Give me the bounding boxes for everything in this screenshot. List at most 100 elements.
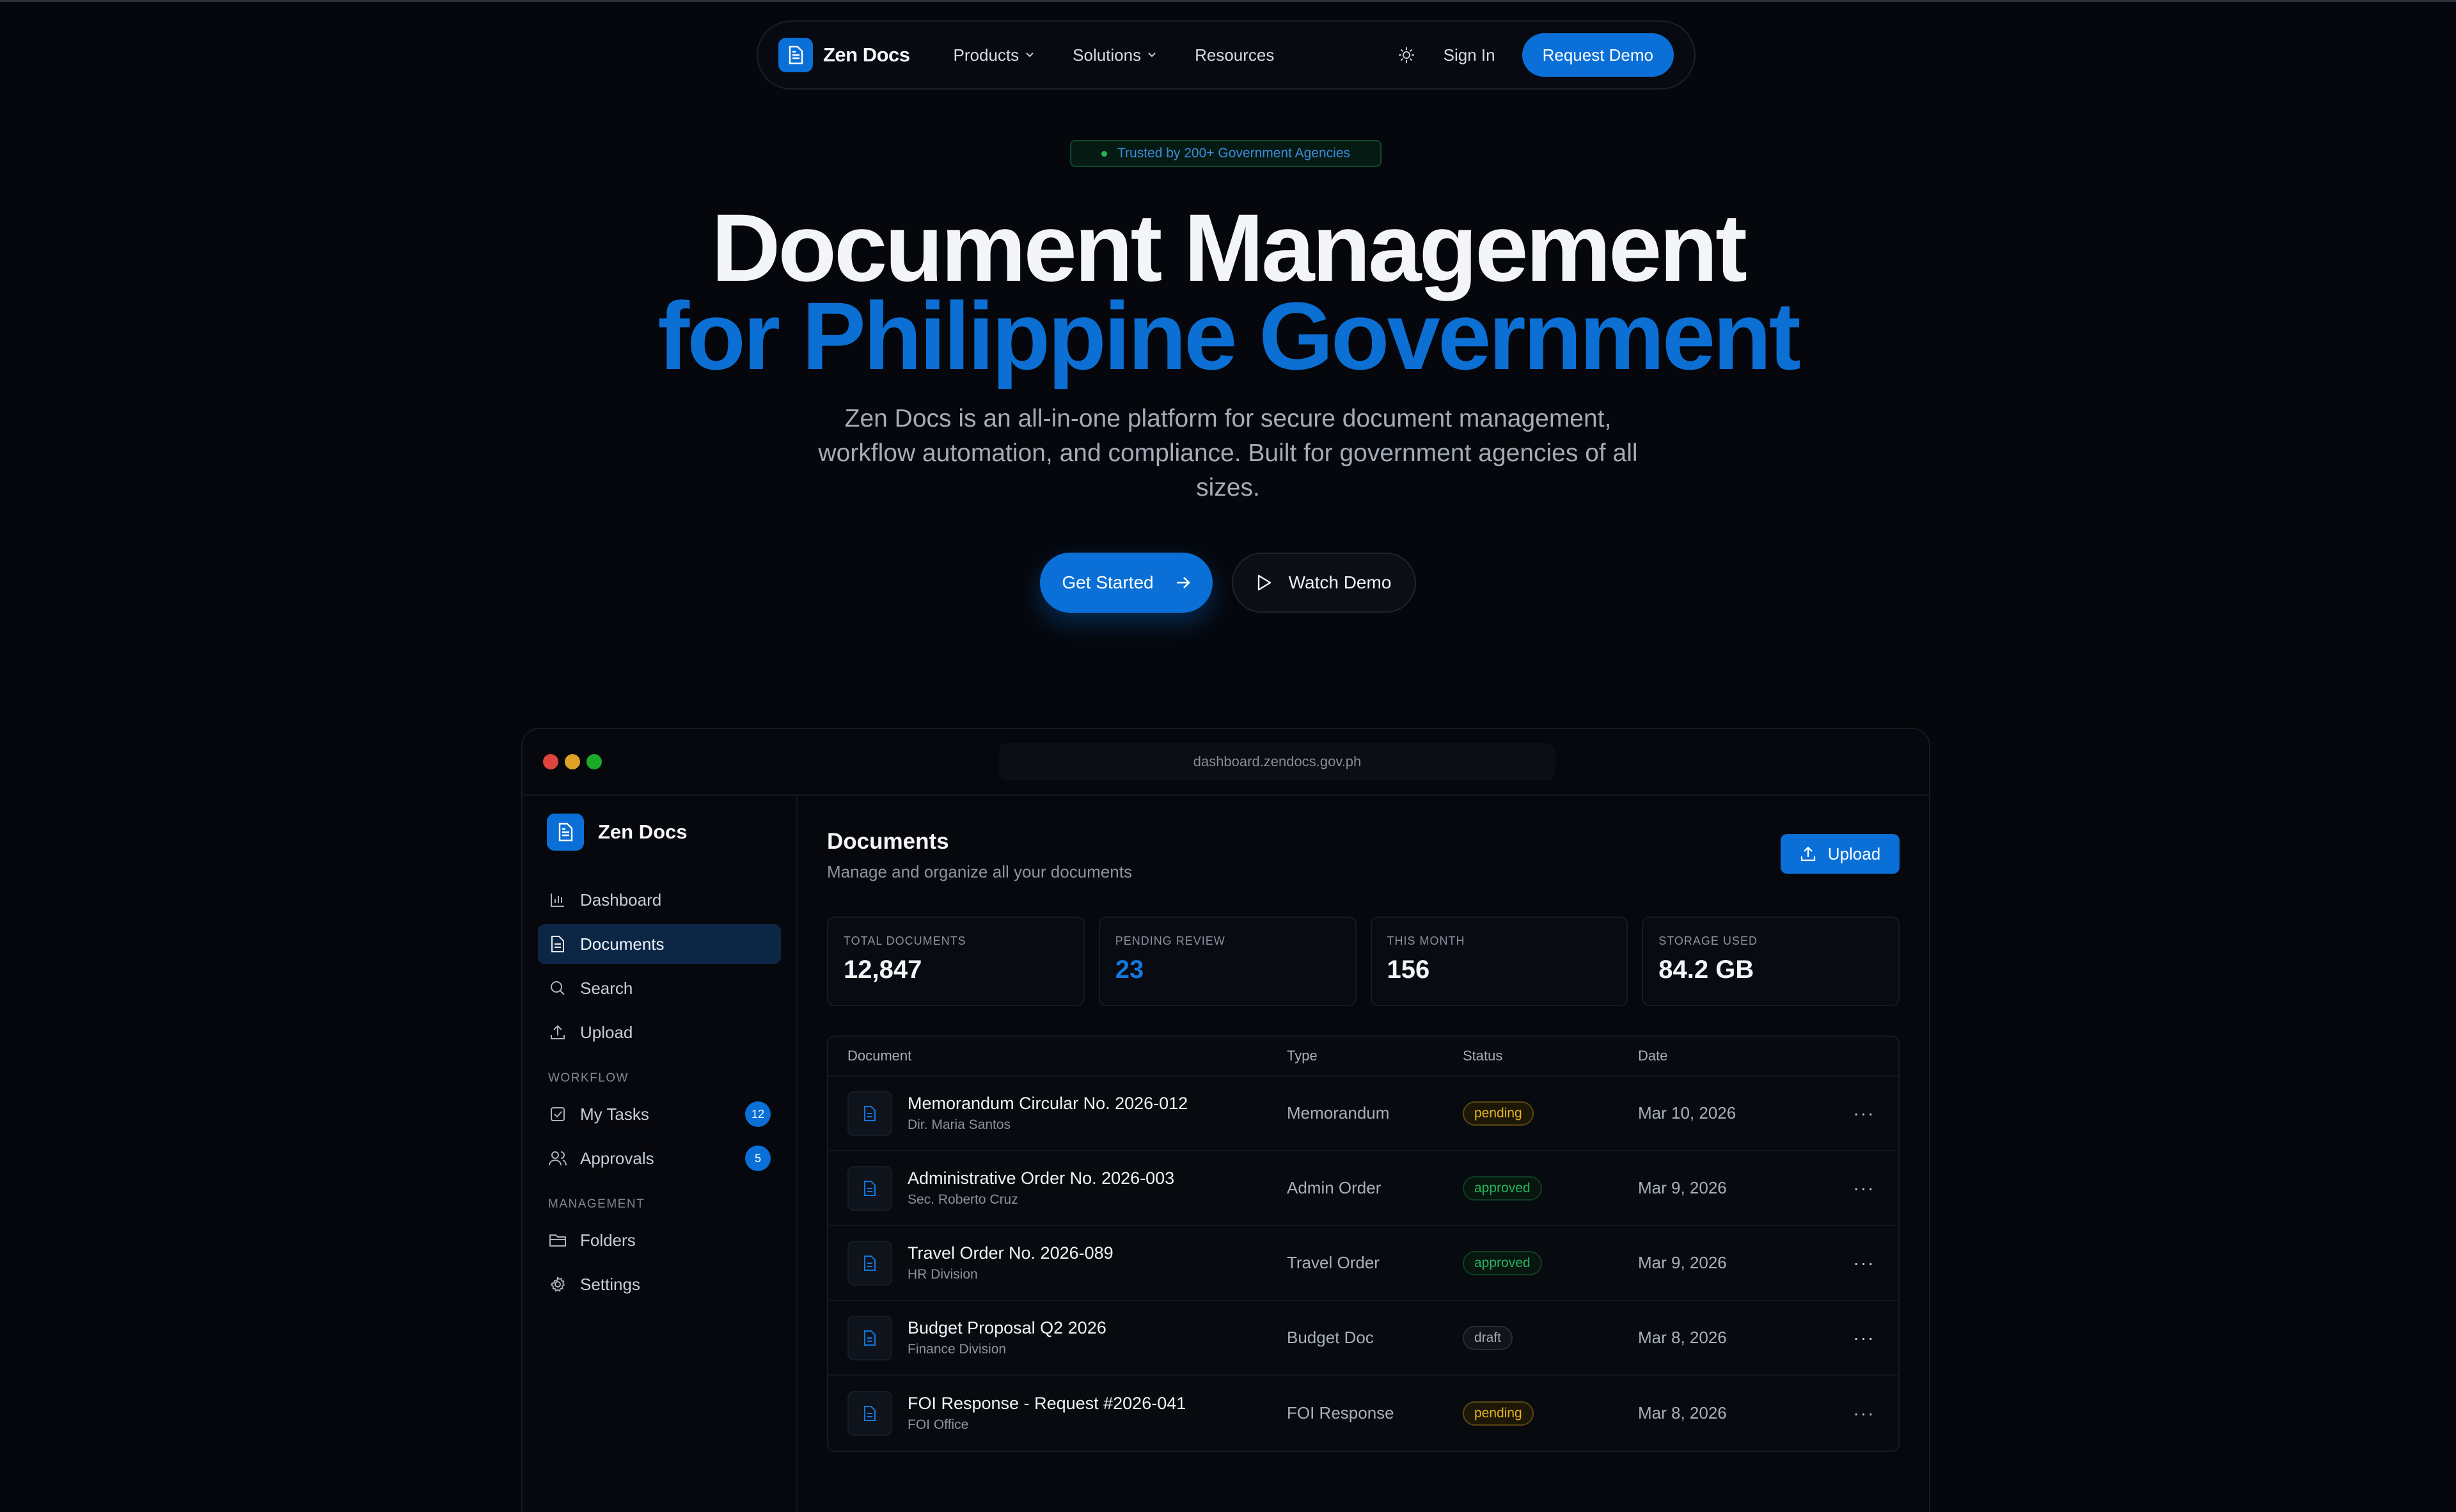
document-date: Mar 8, 2026	[1638, 1403, 1727, 1422]
sidebar-item-label: Folders	[580, 1230, 636, 1250]
folder-icon	[548, 1231, 567, 1250]
document-type: Budget Doc	[1287, 1328, 1374, 1347]
sidebar-item-label: Search	[580, 978, 633, 998]
column-header-type[interactable]: Type	[1287, 1048, 1463, 1064]
request-demo-button[interactable]: Request Demo	[1522, 33, 1674, 77]
trust-badge-text: Trusted by 200+ Government Agencies	[1117, 146, 1350, 161]
top-border	[0, 0, 2456, 2]
sidebar-item-search[interactable]: Search	[538, 968, 781, 1008]
nav-solutions[interactable]: Solutions	[1073, 45, 1156, 65]
document-date: Mar 9, 2026	[1638, 1253, 1727, 1272]
stat-label: THIS MONTH	[1387, 934, 1465, 947]
stat-value: 156	[1387, 956, 1430, 984]
play-icon	[1257, 574, 1271, 591]
more-options-icon[interactable]: ···	[1830, 1328, 1898, 1348]
arrow-right-icon	[1176, 577, 1190, 588]
window-close-dot[interactable]	[543, 754, 558, 769]
nav-products[interactable]: Products	[954, 45, 1035, 65]
stat-value: 84.2 GB	[1658, 956, 1754, 984]
sidebar-item-documents[interactable]: Documents	[538, 924, 781, 964]
table-row[interactable]: Budget Proposal Q2 2026 Finance Division…	[828, 1301, 1898, 1376]
document-date: Mar 9, 2026	[1638, 1178, 1727, 1197]
document-author: Finance Division	[908, 1342, 1007, 1357]
document-title[interactable]: Administrative Order No. 2026-003	[908, 1169, 1174, 1188]
sidebar-item-folders[interactable]: Folders	[538, 1220, 781, 1260]
document-file-icon	[847, 1240, 892, 1286]
stat-storage-used: STORAGE USED 84.2 GB	[1642, 917, 1900, 1006]
status-badge: approved	[1463, 1176, 1542, 1201]
upload-button[interactable]: Upload	[1781, 834, 1900, 874]
table-row[interactable]: Administrative Order No. 2026-003 Sec. R…	[828, 1151, 1898, 1226]
sidebar-brand: Zen Docs	[598, 821, 688, 843]
nav-solutions-label: Solutions	[1073, 45, 1142, 65]
more-options-icon[interactable]: ···	[1830, 1253, 1898, 1273]
sidebar-logo[interactable]: Zen Docs	[547, 814, 781, 851]
watch-demo-button[interactable]: Watch Demo	[1232, 553, 1416, 613]
sidebar-item-approvals[interactable]: Approvals 5	[538, 1138, 781, 1178]
document-file-icon	[847, 1390, 892, 1436]
document-type: FOI Response	[1287, 1403, 1394, 1422]
top-nav: Zen Docs Products Solutions Resources Si…	[757, 20, 1696, 90]
url-bar: dashboard.zendocs.gov.ph	[999, 743, 1555, 780]
hero-title-line2: for Philippine Government	[657, 282, 1801, 390]
status-dot-icon	[1101, 150, 1107, 157]
table-row[interactable]: Travel Order No. 2026-089 HR Division Tr…	[828, 1226, 1898, 1301]
table-row[interactable]: Memorandum Circular No. 2026-012 Dir. Ma…	[828, 1076, 1898, 1151]
nav-resources[interactable]: Resources	[1195, 45, 1274, 65]
documents-table: Document Type Status Date Memorandum Cir…	[827, 1036, 1900, 1452]
column-header-document[interactable]: Document	[828, 1048, 1287, 1064]
sidebar-item-dashboard[interactable]: Dashboard	[538, 880, 781, 920]
document-author: Dir. Maria Santos	[908, 1117, 1011, 1132]
logo-file-icon	[547, 814, 584, 851]
document-type: Travel Order	[1287, 1253, 1380, 1272]
hero-title-line1: Document Management	[711, 194, 1747, 301]
sidebar-item-my-tasks[interactable]: My Tasks 12	[538, 1094, 781, 1134]
search-icon	[548, 979, 567, 998]
task-count-badge: 12	[745, 1101, 771, 1127]
nav-logo[interactable]: Zen Docs	[778, 38, 910, 72]
column-header-date[interactable]: Date	[1638, 1048, 1830, 1064]
chevron-down-icon	[1026, 52, 1034, 58]
window-titlebar: dashboard.zendocs.gov.ph	[523, 729, 1929, 796]
sidebar-section-management: MANAGEMENT	[548, 1197, 645, 1211]
more-options-icon[interactable]: ···	[1830, 1178, 1898, 1199]
window-minimize-dot[interactable]	[565, 754, 580, 769]
table-row[interactable]: FOI Response - Request #2026-041 FOI Off…	[828, 1376, 1898, 1451]
window-maximize-dot[interactable]	[586, 754, 602, 769]
gear-icon	[548, 1275, 567, 1294]
status-badge: pending	[1463, 1101, 1534, 1126]
watch-demo-label: Watch Demo	[1288, 572, 1392, 592]
document-file-icon	[847, 1165, 892, 1211]
check-square-icon	[548, 1105, 567, 1124]
get-started-label: Get Started	[1062, 572, 1154, 592]
table-header: Document Type Status Date	[828, 1037, 1898, 1076]
upload-icon	[548, 1023, 567, 1042]
document-title[interactable]: Memorandum Circular No. 2026-012	[908, 1094, 1188, 1114]
document-author: FOI Office	[908, 1417, 969, 1432]
document-title[interactable]: Budget Proposal Q2 2026	[908, 1318, 1106, 1338]
trust-badge: Trusted by 200+ Government Agencies	[1070, 140, 1382, 167]
documents-main: Documents Manage and organize all your d…	[798, 796, 1929, 1512]
stat-label: PENDING REVIEW	[1115, 934, 1225, 947]
nav-brand: Zen Docs	[823, 43, 910, 66]
document-title[interactable]: FOI Response - Request #2026-041	[908, 1394, 1186, 1414]
get-started-button[interactable]: Get Started	[1040, 553, 1213, 613]
file-icon	[548, 934, 567, 954]
document-title[interactable]: Travel Order No. 2026-089	[908, 1243, 1114, 1263]
nav-products-label: Products	[953, 45, 1019, 65]
sidebar-item-label: Approvals	[580, 1148, 654, 1168]
stat-total-documents: TOTAL DOCUMENTS 12,847	[827, 917, 1085, 1006]
sidebar-item-upload[interactable]: Upload	[538, 1012, 781, 1052]
document-type: Memorandum	[1287, 1103, 1390, 1122]
document-file-icon	[847, 1091, 892, 1136]
stat-value: 23	[1115, 956, 1144, 984]
theme-toggle-sun-icon[interactable]	[1396, 45, 1417, 65]
document-type: Admin Order	[1287, 1178, 1382, 1197]
column-header-status[interactable]: Status	[1463, 1048, 1638, 1064]
more-options-icon[interactable]: ···	[1830, 1403, 1898, 1424]
sidebar-item-settings[interactable]: Settings	[538, 1264, 781, 1304]
document-author: HR Division	[908, 1267, 978, 1282]
more-options-icon[interactable]: ···	[1830, 1103, 1898, 1124]
sign-in-link[interactable]: Sign In	[1444, 45, 1495, 65]
upload-label: Upload	[1827, 844, 1881, 863]
